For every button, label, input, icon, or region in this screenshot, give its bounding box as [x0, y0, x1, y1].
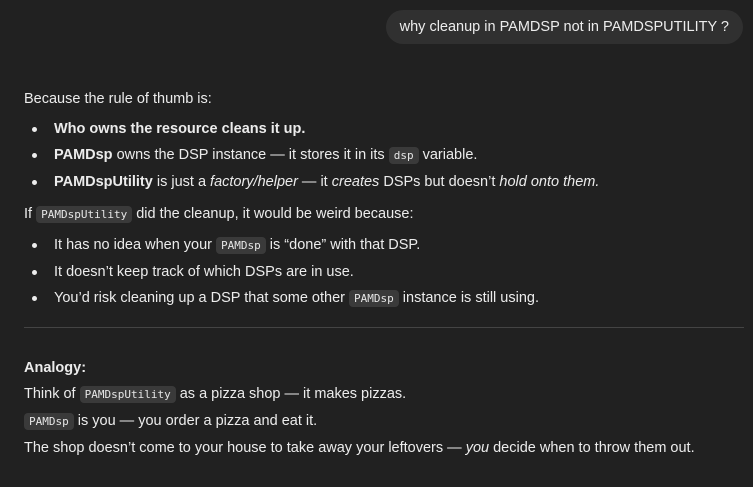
rule-1-bold: Who owns the resource cleans it up. [54, 121, 306, 137]
analogy-text: is you — you order a pizza and eat it. [73, 413, 318, 429]
analogy-text: decide when to throw them out. [489, 440, 695, 456]
rule-3-em: factory/helper [210, 174, 298, 190]
rule-2-bold: PAMDsp [54, 147, 113, 163]
analogy-text: as a pizza shop — it makes pizzas. [175, 386, 407, 402]
rule-2-text: owns the DSP instance — it stores it in … [112, 147, 389, 163]
if-pre: If [24, 206, 37, 222]
reason-text: is “done” with that DSP. [265, 237, 421, 253]
reason-text: You’d risk cleaning up a DSP that some o… [54, 290, 350, 306]
user-message-bubble: why cleanup in PAMDSP not in PAMDSPUTILI… [385, 10, 743, 44]
inline-code: PAMDsp [24, 413, 74, 430]
analogy-heading-text: Analogy: [24, 360, 87, 376]
list-item: PAMDspUtility is just a factory/helper —… [24, 169, 744, 195]
inline-code: PAMDspUtility [79, 386, 176, 403]
rule-3-bold: PAMDspUtility [54, 174, 153, 190]
analogy-text: The shop doesn’t come to your house to t… [24, 440, 466, 456]
reason-text: It has no idea when your [54, 237, 217, 253]
if-post: did the cleanup, it would be weird becau… [132, 206, 414, 222]
analogy-line-1: Think of PAMDspUtility as a pizza shop —… [24, 381, 744, 408]
inline-code: dsp [388, 147, 419, 164]
inline-code: PAMDspUtility [36, 206, 133, 223]
analogy-text: Think of [24, 386, 80, 402]
rule-3-text: — it [297, 174, 332, 190]
rules-list: Who owns the resource cleans it up. PAMD… [24, 116, 744, 195]
rule-2-end: variable. [418, 147, 478, 163]
analogy-em: you [465, 440, 490, 456]
rule-3-em: creates [331, 174, 380, 190]
analogy-line-3: The shop doesn’t come to your house to t… [24, 435, 744, 461]
list-item: It doesn’t keep track of which DSPs are … [24, 259, 744, 285]
analogy-line-2: PAMDsp is you — you order a pizza and ea… [24, 408, 744, 435]
assistant-response: Because the rule of thumb is: Who owns t… [24, 86, 744, 461]
reason-text: instance is still using. [398, 290, 539, 306]
list-item: Who owns the resource cleans it up. [24, 116, 744, 142]
rule-3-text: DSPs but doesn’t [379, 174, 500, 190]
divider [24, 327, 744, 328]
inline-code: PAMDsp [349, 290, 399, 307]
intro-text: Because the rule of thumb is: [24, 91, 212, 107]
rule-3-text: is just a [152, 174, 211, 190]
inline-code: PAMDsp [216, 237, 266, 254]
list-item: It has no idea when your PAMDsp is “done… [24, 232, 744, 259]
list-item: PAMDsp owns the DSP instance — it stores… [24, 142, 744, 169]
reasons-list: It has no idea when your PAMDsp is “done… [24, 232, 744, 312]
reason-text: It doesn’t keep track of which DSPs are … [54, 264, 354, 280]
analogy-heading: Analogy: [24, 355, 744, 381]
rule-3-em: hold onto them. [499, 174, 600, 190]
if-line: If PAMDspUtility did the cleanup, it wou… [24, 201, 744, 228]
list-item: You’d risk cleaning up a DSP that some o… [24, 285, 744, 312]
